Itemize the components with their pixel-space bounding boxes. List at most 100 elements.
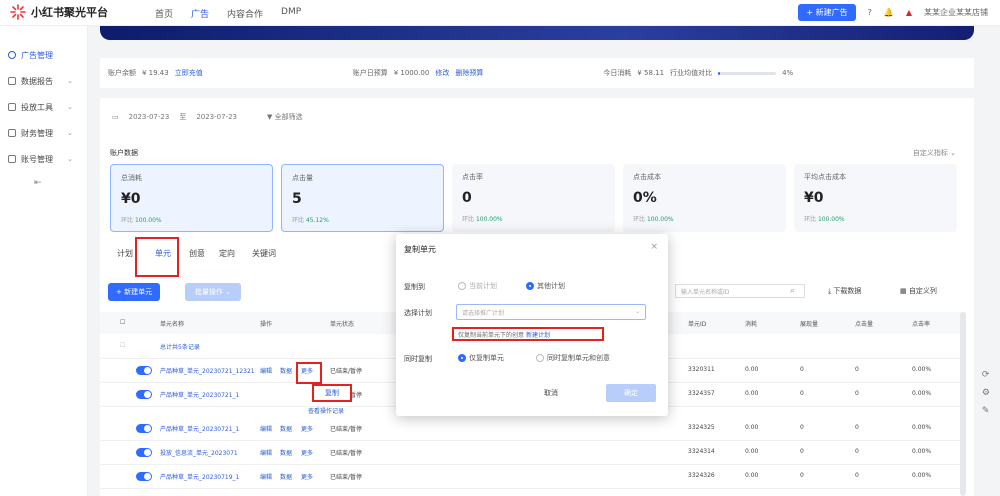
user-name[interactable]: 某某企业某某店铺 — [924, 7, 988, 18]
radio-selected-icon — [526, 282, 534, 290]
cancel-button[interactable]: 取消 — [544, 388, 558, 398]
metric-compare: 环比 45.12% — [292, 215, 433, 224]
copy-unit-menu-item[interactable]: 复制 — [312, 384, 352, 402]
close-icon[interactable]: × — [650, 242, 658, 252]
date-start[interactable]: 2023-07-23 — [129, 113, 170, 121]
sidebar-item-account[interactable]: 账号管理 ⌄ — [0, 146, 87, 172]
copy-to-current-radio[interactable]: 当前计划 — [458, 281, 497, 291]
unit-name-link[interactable]: 产品种草_单元_20230721_12321 — [160, 366, 255, 375]
unit-toggle[interactable] — [136, 390, 152, 399]
custom-columns-button[interactable]: ▦ 自定义列 — [900, 286, 937, 296]
radio-selected-icon — [458, 354, 466, 362]
copy-unit-and-creative-radio[interactable]: 同时复制单元和创意 — [536, 353, 610, 363]
col-header-status[interactable]: 单元状态 — [330, 319, 354, 328]
metric-card[interactable]: 总消耗 ¥0 环比 100.00% — [110, 164, 273, 232]
edit-link[interactable]: 编辑 — [260, 448, 272, 457]
col-header-clicks[interactable]: 点击量 — [855, 319, 873, 328]
view-log-menu-item[interactable]: 查看操作记录 — [308, 406, 344, 415]
nav-item-home[interactable]: 首页 — [155, 7, 173, 20]
tab-targeting[interactable]: 定向 — [212, 248, 242, 259]
tab-creative[interactable]: 创意 — [182, 248, 212, 259]
chevron-down-icon: ⌄ — [67, 129, 73, 137]
stat-link[interactable]: 行业均值对比 — [670, 68, 712, 78]
data-link[interactable]: 数据 — [280, 472, 292, 481]
feedback-icon[interactable]: ✎ — [982, 406, 990, 416]
download-icon: ⤓ — [828, 287, 832, 295]
new-plan-link[interactable]: 新建计划 — [526, 332, 550, 339]
data-link[interactable]: 数据 — [280, 424, 292, 433]
edit-link[interactable]: 编辑 — [260, 366, 272, 375]
edit-budget-link[interactable]: 修改 — [435, 68, 449, 78]
overview-title: 账户数据 — [110, 149, 138, 157]
unit-toggle[interactable] — [136, 472, 152, 481]
more-link[interactable]: 更多 — [301, 448, 313, 457]
col-header-spend[interactable]: 消耗 — [745, 319, 757, 328]
target-plan-label: 选择计划 — [404, 309, 432, 317]
metric-card[interactable]: 平均点击成本 ¥0 环比 100.00% — [794, 164, 957, 232]
bell-icon[interactable]: 🔔 — [884, 8, 894, 17]
delete-budget-link[interactable]: 删除预算 — [455, 68, 483, 78]
date-filter[interactable]: ▭ 2023-07-23 至 2023-07-23 ▼ 全部筛选 — [112, 112, 303, 122]
account-icon — [8, 155, 16, 163]
search-icon[interactable]: ⌕ — [790, 286, 795, 296]
unit-name-link[interactable]: 投放_信息流_单元_2023071 — [160, 448, 238, 457]
more-link[interactable]: 更多 — [301, 424, 313, 433]
table-row[interactable]: 产品种草_单元_20230721_1 编辑 数据 更多 已结束/暂停 33243… — [100, 418, 962, 441]
col-header-name[interactable]: 单元名称 — [160, 319, 184, 328]
sidebar-item-finance[interactable]: 财务管理 ⌄ — [0, 120, 87, 146]
table-row[interactable]: 投放_信息流_单元_2023071 编辑 数据 更多 已结束/暂停 332431… — [100, 442, 962, 465]
col-header-ctr[interactable]: 点击率 — [912, 319, 930, 328]
unit-toggle[interactable] — [136, 366, 152, 375]
unit-name-link[interactable]: 产品种草_单元_20230721_1 — [160, 390, 239, 399]
custom-columns-label: 自定义列 — [908, 287, 937, 295]
edit-link[interactable]: 编辑 — [260, 424, 272, 433]
new-unit-button[interactable]: + 新建单元 — [108, 283, 161, 301]
collapse-sidebar-icon[interactable]: ⇤ — [0, 178, 87, 188]
date-end[interactable]: 2023-07-23 — [196, 113, 237, 121]
edit-link[interactable]: 编辑 — [260, 472, 272, 481]
metric-card[interactable]: 点击成本 0% 环比 100.00% — [623, 164, 786, 232]
row-checkbox[interactable]: ☐ — [120, 342, 125, 349]
recharge-link[interactable]: 立即充值 — [175, 68, 203, 78]
alert-icon[interactable]: ▲ — [906, 8, 912, 17]
copy-to-label: 复制到 — [404, 283, 425, 291]
custom-metric-link[interactable]: 自定义指标 ⌄ — [913, 148, 956, 158]
more-link[interactable]: 更多 — [301, 472, 313, 481]
unit-search-input[interactable]: 输入单元名称或ID — [675, 284, 805, 298]
col-header-unit-id[interactable]: 单元ID — [688, 319, 706, 328]
table-row[interactable]: 产品种草_单元_20230719_1 编辑 数据 更多 已结束/暂停 33243… — [100, 466, 962, 489]
copy-unit-only-radio[interactable]: 仅复制单元 — [458, 353, 504, 363]
copy-hint: 仅复制当前单元下的创意 新建计划 — [452, 327, 604, 341]
metric-compare: 环比 100.00% — [633, 214, 776, 223]
sidebar-item-tools[interactable]: 投放工具 ⌄ — [0, 94, 87, 120]
unit-name-link[interactable]: 产品种草_单元_20230719_1 — [160, 472, 239, 481]
create-ad-button[interactable]: + 新建广告 — [798, 4, 856, 21]
col-header-impressions[interactable]: 展现量 — [800, 319, 818, 328]
table-scrollbar[interactable] — [960, 312, 966, 496]
unit-name-link[interactable]: 产品种草_单元_20230721_1 — [160, 424, 239, 433]
target-plan-select[interactable]: 请选择推广计划 ⌄ — [456, 304, 646, 320]
metric-card[interactable]: 点击量 5 环比 45.12% — [281, 164, 444, 232]
logo[interactable]: 小红书聚光平台 — [10, 4, 108, 20]
nav-item-ads[interactable]: 广告 — [191, 7, 209, 20]
nav-item-content[interactable]: 内容合作 — [227, 7, 263, 20]
filter-dropdown[interactable]: ▼ 全部筛选 — [267, 112, 303, 122]
data-link[interactable]: 数据 — [280, 448, 292, 457]
batch-action-button[interactable]: 批量操作 ⌄ — [185, 283, 242, 301]
select-all-checkbox[interactable]: ☐ — [120, 319, 125, 326]
download-data-button[interactable]: ⤓ 下载数据 — [828, 286, 861, 296]
refresh-icon[interactable]: ⟳ — [982, 370, 990, 380]
settings-icon[interactable]: ⚙ — [982, 388, 990, 398]
confirm-button[interactable]: 确定 — [606, 384, 656, 402]
metric-compare-label: 环比 — [121, 217, 134, 224]
unit-toggle[interactable] — [136, 424, 152, 433]
nav-item-dmp[interactable]: DMP — [281, 7, 301, 20]
unit-toggle[interactable] — [136, 448, 152, 457]
metric-card[interactable]: 点击率 0 环比 100.00% — [452, 164, 615, 232]
sidebar-item-ad-management[interactable]: 广告管理 — [0, 42, 87, 68]
copy-to-other-radio[interactable]: 其他计划 — [526, 281, 565, 291]
data-link[interactable]: 数据 — [280, 366, 292, 375]
sidebar-item-reports[interactable]: 数据报告 ⌄ — [0, 68, 87, 94]
tab-keywords[interactable]: 关键词 — [242, 248, 286, 259]
help-icon[interactable]: ? — [868, 8, 872, 17]
